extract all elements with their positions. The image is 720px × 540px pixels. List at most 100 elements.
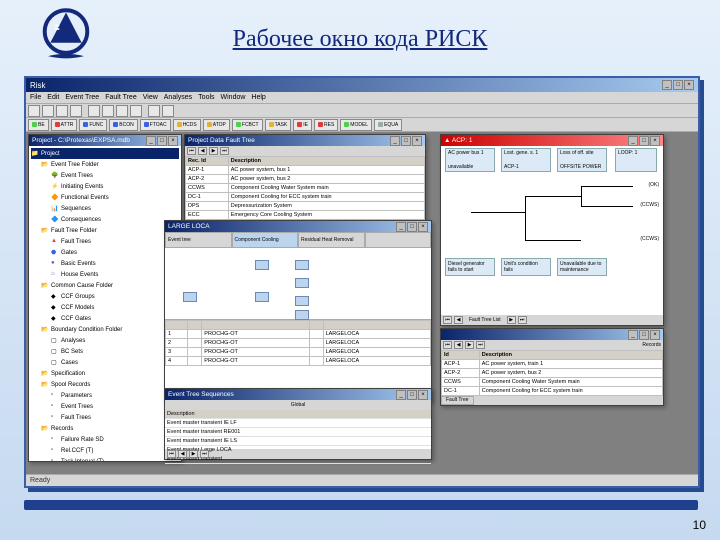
menu-item[interactable]: Window — [221, 94, 246, 101]
nav-first[interactable]: ⏮ — [443, 341, 452, 349]
maximize-button[interactable]: □ — [401, 136, 411, 146]
toolbar-button[interactable] — [130, 105, 142, 117]
nav-prev[interactable]: ◀ — [454, 341, 463, 349]
nav-first[interactable]: ⏮ — [443, 316, 452, 324]
app-window: Risk _ □ × File Edit Event Tree Fault Tr… — [24, 76, 700, 488]
sequences-list[interactable]: Description Event master transient IE LF… — [165, 410, 431, 449]
minimize-button[interactable]: _ — [146, 136, 156, 146]
list-item[interactable]: Event master transient IE LF — [165, 419, 431, 428]
minimize-button[interactable]: _ — [628, 330, 638, 340]
diagram-node[interactable] — [183, 292, 197, 302]
close-button[interactable]: × — [418, 390, 428, 400]
list-item[interactable]: Event master transient IE LS — [165, 437, 431, 446]
menu-item[interactable]: View — [143, 94, 158, 101]
nav-prev[interactable]: ◀ — [198, 147, 207, 155]
tab-column[interactable]: Residual Heat Removal — [298, 232, 365, 248]
minimize-button[interactable]: _ — [396, 390, 406, 400]
minimize-button[interactable]: _ — [662, 80, 672, 90]
nav-prev[interactable]: ◀ — [454, 316, 463, 324]
type-button[interactable]: ATTR — [51, 119, 78, 131]
nav-first[interactable]: ⏮ — [167, 450, 176, 458]
toolbar-button[interactable] — [56, 105, 68, 117]
toolbar-button[interactable] — [42, 105, 54, 117]
nav-last[interactable]: ⏭ — [220, 147, 229, 155]
type-button[interactable]: IE — [293, 119, 312, 131]
diagram-node[interactable] — [295, 260, 309, 270]
project-tree[interactable]: 📁Project 📂Event Tree Folder 🌳Event Trees… — [29, 146, 181, 461]
menu-item[interactable]: File — [30, 94, 41, 101]
records-table[interactable]: IdDescription ACP-1AC power system, trai… — [441, 350, 663, 396]
menu-item[interactable]: Fault Tree — [105, 94, 137, 101]
close-button[interactable]: × — [168, 136, 178, 146]
data-table[interactable]: Rec. IdDescription ACP-1AC power system,… — [185, 156, 425, 225]
be-grid[interactable]: 1PROCHG-OTLARGELOCA 2PROCHG-OTLARGELOCA … — [165, 320, 431, 366]
minimize-button[interactable]: _ — [390, 136, 400, 146]
folder-icon: 📂 — [41, 282, 49, 290]
nav-last[interactable]: ⏭ — [200, 450, 209, 458]
type-button[interactable]: FCBCT — [232, 119, 263, 131]
menu-item[interactable]: Tools — [198, 94, 214, 101]
project-icon: 📁 — [31, 150, 39, 158]
maximize-button[interactable]: □ — [673, 80, 683, 90]
list-header: Description — [165, 410, 431, 419]
minimize-button[interactable]: _ — [396, 222, 406, 232]
diagram-canvas[interactable] — [165, 248, 431, 320]
records-tab[interactable]: Fault Tree — [441, 396, 474, 405]
toolbar-button[interactable] — [148, 105, 160, 117]
maximize-button[interactable]: □ — [407, 390, 417, 400]
nav-first[interactable]: ⏮ — [187, 147, 196, 155]
type-button[interactable]: FUNC — [79, 119, 107, 131]
maximize-button[interactable]: □ — [157, 136, 167, 146]
nav-last[interactable]: ⏭ — [476, 341, 485, 349]
close-button[interactable]: × — [650, 136, 660, 146]
type-button[interactable]: HCDS — [173, 119, 201, 131]
et-branch — [525, 196, 581, 197]
menu-item[interactable]: Edit — [47, 94, 59, 101]
nav-next[interactable]: ▶ — [507, 316, 516, 324]
close-button[interactable]: × — [684, 80, 694, 90]
diagram-node[interactable] — [295, 278, 309, 288]
toolbar-button[interactable] — [102, 105, 114, 117]
toolbar-button[interactable] — [70, 105, 82, 117]
tab-column[interactable]: Component Cooling — [232, 232, 299, 248]
diagram-node[interactable] — [295, 310, 309, 320]
toolbar-button[interactable] — [88, 105, 100, 117]
type-button[interactable]: BE — [28, 119, 49, 131]
diagram-node[interactable] — [295, 296, 309, 306]
nav-next[interactable]: ▶ — [465, 341, 474, 349]
diagram-node[interactable] — [255, 260, 269, 270]
type-button[interactable]: MODEL — [340, 119, 372, 131]
type-button[interactable]: ATOP — [203, 119, 230, 131]
type-button[interactable]: TASK — [265, 119, 292, 131]
maximize-button[interactable]: □ — [639, 330, 649, 340]
nav-prev[interactable]: ◀ — [178, 450, 187, 458]
tab-column[interactable] — [365, 232, 432, 248]
event-tree-canvas[interactable]: AC power bus 1unavailable Lost. gene. s.… — [441, 146, 663, 315]
maximize-button[interactable]: □ — [407, 222, 417, 232]
maximize-button[interactable]: □ — [639, 136, 649, 146]
close-button[interactable]: × — [650, 330, 660, 340]
toolbar-button[interactable] — [162, 105, 174, 117]
nav-last[interactable]: ⏭ — [518, 316, 527, 324]
nav-next[interactable]: ▶ — [209, 147, 218, 155]
toolbar-types: BE ATTR FUNC BCON FTOAC HCDS ATOP FCBCT … — [26, 118, 698, 132]
menu-item[interactable]: Event Tree — [65, 94, 99, 101]
type-button[interactable]: BCON — [109, 119, 137, 131]
toolbar-button[interactable] — [28, 105, 40, 117]
tree-item-label: CCF Groups — [61, 294, 95, 300]
type-button[interactable]: RES — [314, 119, 338, 131]
tab-column[interactable]: Event tree — [165, 232, 232, 248]
toolbar-button[interactable] — [116, 105, 128, 117]
type-button[interactable]: FTOAC — [140, 119, 171, 131]
menu-item[interactable]: Help — [251, 94, 265, 101]
menu-item[interactable]: Analyses — [164, 94, 192, 101]
fault-tree-icon: ▲ — [51, 238, 59, 246]
close-button[interactable]: × — [412, 136, 422, 146]
nav-next[interactable]: ▶ — [189, 450, 198, 458]
list-item[interactable]: Event master transient RE001 — [165, 428, 431, 437]
close-button[interactable]: × — [418, 222, 428, 232]
minimize-button[interactable]: _ — [628, 136, 638, 146]
diagram-node[interactable] — [255, 292, 269, 302]
type-button[interactable]: EQUA — [374, 119, 402, 131]
project-tree-window: Project - C:\Protexas\EXPSA.mdb _□× 📁Pro… — [28, 134, 182, 462]
